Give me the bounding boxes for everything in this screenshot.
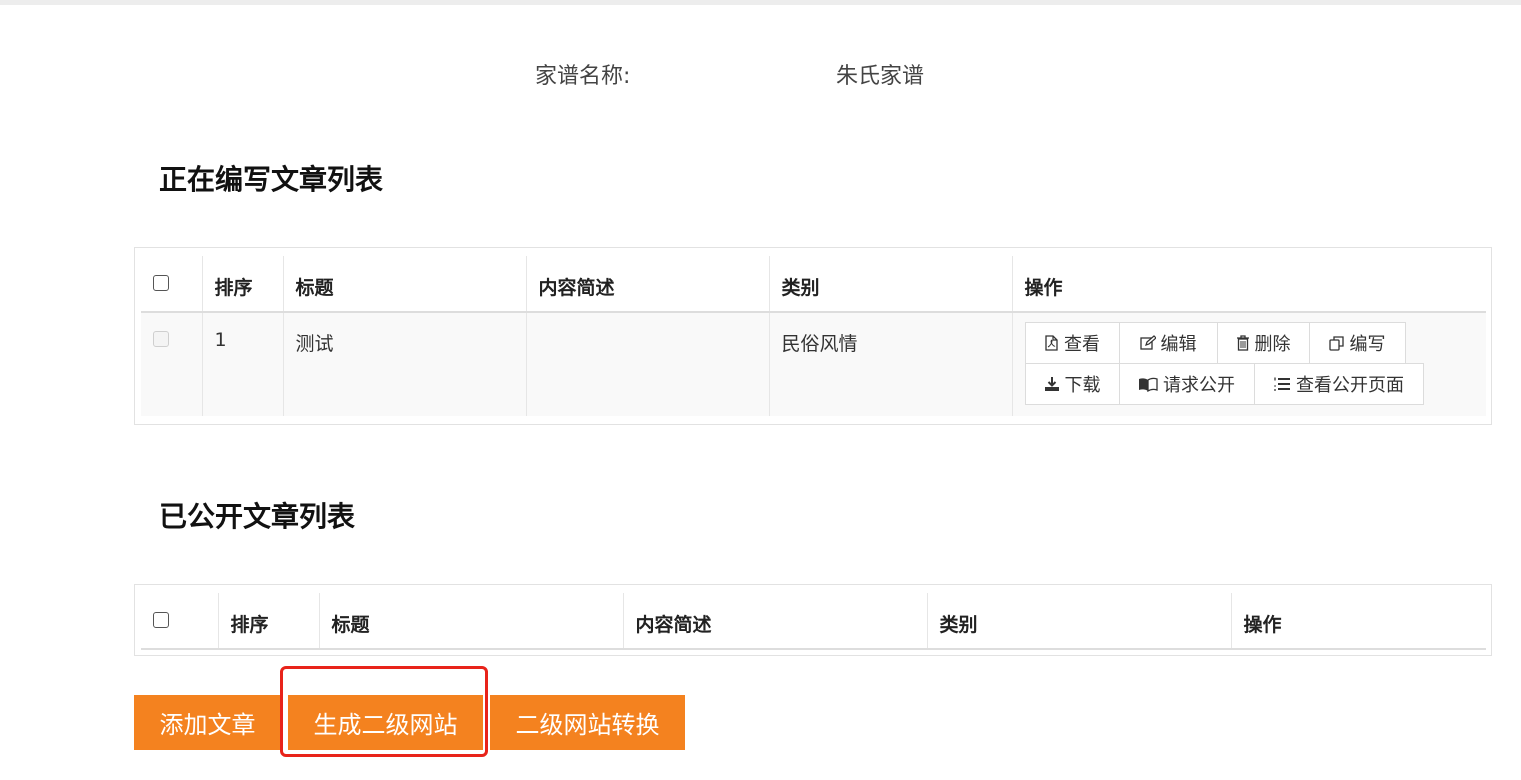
add-article-button[interactable]: 添加文章 (134, 695, 281, 750)
request-public-label: 请求公开 (1163, 375, 1235, 396)
edit-button[interactable]: 编辑 (1118, 322, 1218, 364)
genealogy-name-row: 家谱名称: 朱氏家谱 (0, 58, 1521, 89)
write-button[interactable]: 编写 (1308, 322, 1406, 364)
drafts-table-container: 排序 标题 内容简述 类别 操作 1 测试 民俗风情 查看 编辑 删除 编写 下… (134, 247, 1492, 425)
col-order: 排序 (201, 256, 283, 313)
top-bar (0, 0, 1521, 5)
write-label: 编写 (1349, 334, 1386, 355)
edit-icon (1139, 335, 1156, 350)
view-public-page-button[interactable]: 查看公开页面 (1253, 363, 1424, 405)
row-select-cell (141, 312, 202, 416)
generate-secondary-site-button[interactable]: 生成二级网站 (288, 695, 483, 750)
request-public-button[interactable]: 请求公开 (1118, 363, 1255, 405)
list-icon (1274, 377, 1290, 391)
published-select-all-cell (141, 593, 218, 650)
published-col-actions: 操作 (1230, 593, 1486, 650)
drafts-table: 排序 标题 内容简述 类别 操作 1 测试 民俗风情 查看 编辑 删除 编写 下… (141, 256, 1486, 416)
action-button-group: 查看 编辑 删除 编写 下载 请求公开 查看公开页面 (1024, 322, 1445, 412)
secondary-site-convert-button[interactable]: 二级网站转换 (490, 695, 685, 750)
col-title: 标题 (282, 256, 526, 313)
row-title: 测试 (282, 312, 526, 416)
delete-button[interactable]: 删除 (1216, 322, 1310, 364)
row-order: 1 (201, 312, 283, 416)
trash-icon (1236, 335, 1249, 351)
download-icon (1044, 377, 1059, 391)
row-checkbox[interactable] (153, 331, 169, 347)
book-open-icon (1139, 377, 1158, 392)
drafts-header-row: 排序 标题 内容简述 类别 操作 (141, 256, 1486, 313)
edit-label: 编辑 (1160, 334, 1197, 355)
select-all-cell (141, 256, 202, 313)
row-summary (525, 312, 769, 416)
published-col-order: 排序 (217, 593, 319, 650)
download-label: 下载 (1064, 375, 1101, 396)
view-label: 查看 (1064, 334, 1100, 355)
delete-label: 删除 (1254, 334, 1291, 355)
col-actions: 操作 (1011, 256, 1486, 313)
view-public-page-label: 查看公开页面 (1296, 375, 1404, 396)
copy-icon (1328, 336, 1344, 351)
published-section-title: 已公开文章列表 (159, 500, 356, 533)
pdf-file-icon (1045, 335, 1058, 351)
genealogy-name-label: 家谱名称: (535, 64, 631, 89)
genealogy-name-value: 朱氏家谱 (836, 64, 925, 89)
published-col-summary: 内容简述 (622, 593, 927, 650)
row-category: 民俗风情 (768, 312, 1012, 416)
table-row: 1 测试 民俗风情 查看 编辑 删除 编写 下载 请求公开 查看公开页面 (141, 312, 1486, 416)
published-table: 排序 标题 内容简述 类别 操作 (141, 593, 1486, 650)
select-all-checkbox[interactable] (153, 275, 169, 291)
published-col-category: 类别 (926, 593, 1231, 650)
published-col-title: 标题 (318, 593, 623, 650)
download-button[interactable]: 下载 (1024, 363, 1120, 405)
published-header-row: 排序 标题 内容简述 类别 操作 (141, 593, 1486, 650)
col-category: 类别 (768, 256, 1012, 313)
published-table-container: 排序 标题 内容简述 类别 操作 (134, 584, 1492, 656)
col-summary: 内容简述 (525, 256, 769, 313)
published-select-all-checkbox[interactable] (153, 612, 169, 628)
view-button[interactable]: 查看 (1024, 322, 1120, 364)
row-actions: 查看 编辑 删除 编写 下载 请求公开 查看公开页面 (1011, 312, 1486, 416)
drafts-section-title: 正在编写文章列表 (159, 163, 384, 196)
